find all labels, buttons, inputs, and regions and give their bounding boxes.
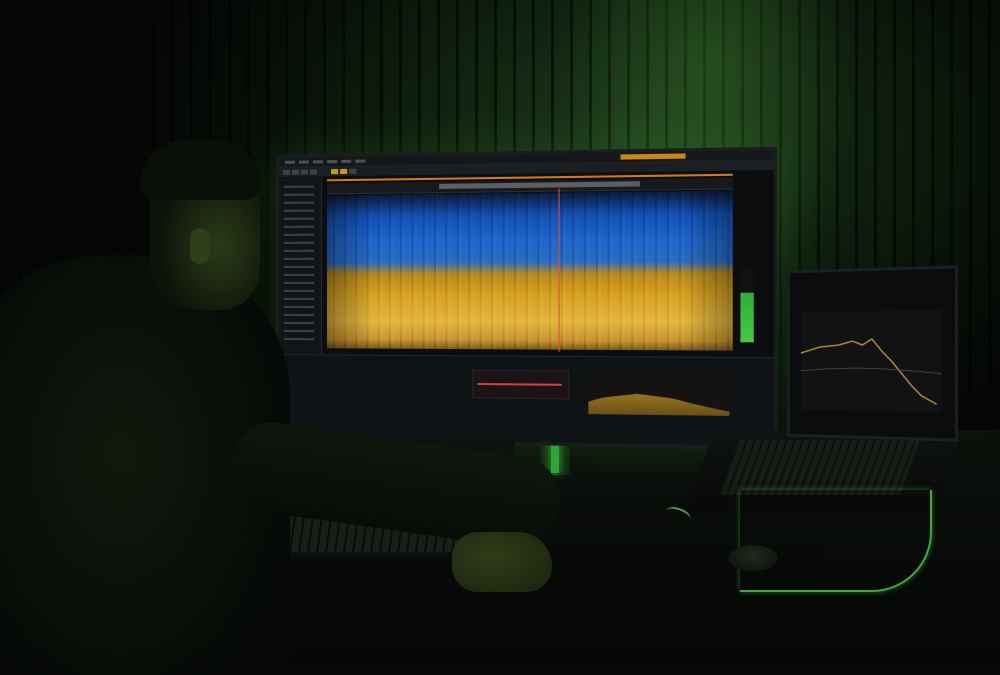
- sidebar-item[interactable]: [283, 338, 314, 341]
- sidebar-item[interactable]: [283, 217, 314, 220]
- laptop-cable: [740, 490, 932, 592]
- sidebar-item[interactable]: [283, 289, 314, 292]
- menu-item[interactable]: [355, 159, 366, 163]
- toolbar-button[interactable]: [291, 169, 299, 175]
- playhead-cursor[interactable]: [558, 188, 560, 352]
- sidebar-item[interactable]: [283, 233, 314, 236]
- eq-curve: [477, 382, 562, 386]
- sidebar-item[interactable]: [283, 249, 314, 252]
- sidebar-item[interactable]: [283, 201, 314, 204]
- toolbar-button[interactable]: [309, 169, 317, 175]
- timeline-selection[interactable]: [439, 181, 640, 189]
- sidebar-item[interactable]: [283, 185, 314, 188]
- orange-indicator: [620, 153, 686, 160]
- toolbar-button-active[interactable]: [331, 169, 339, 175]
- sidebar-item[interactable]: [283, 257, 314, 260]
- sidebar-item[interactable]: [283, 306, 314, 309]
- person-hair: [140, 140, 260, 200]
- menu-item[interactable]: [341, 159, 352, 163]
- person-ear: [190, 228, 210, 264]
- spectrogram-vignette: [327, 190, 733, 351]
- level-meter: [740, 266, 754, 343]
- spectrum-fill: [588, 373, 729, 416]
- mouse: [728, 545, 778, 571]
- sidebar-item[interactable]: [283, 322, 314, 325]
- sidebar-item[interactable]: [283, 281, 314, 284]
- laptop-keyboard: [719, 440, 921, 495]
- menu-item[interactable]: [284, 160, 295, 164]
- toolbar-button[interactable]: [300, 169, 308, 175]
- person-hand: [452, 532, 552, 592]
- sidebar-item[interactable]: [283, 314, 314, 317]
- laptop-screen: [787, 265, 959, 442]
- menu-item[interactable]: [327, 160, 338, 164]
- spectrum-analyzer: [588, 372, 730, 416]
- eq-module-panel[interactable]: [472, 369, 570, 400]
- sidebar-item[interactable]: [283, 265, 314, 268]
- sidebar-item[interactable]: [283, 330, 314, 333]
- monitor: [276, 146, 778, 450]
- module-sidebar: [278, 177, 322, 364]
- sidebar-item[interactable]: [283, 298, 314, 301]
- sidebar-item[interactable]: [283, 225, 314, 228]
- sidebar-item[interactable]: [283, 241, 314, 244]
- laptop-plot-area: [800, 309, 942, 413]
- sidebar-item[interactable]: [283, 193, 314, 196]
- sidebar-item[interactable]: [283, 273, 314, 276]
- menu-item[interactable]: [298, 160, 309, 164]
- toolbar-button[interactable]: [282, 169, 290, 175]
- sidebar-item[interactable]: [283, 209, 314, 212]
- studio-scene: [0, 0, 1000, 675]
- laptop-response-curve: [801, 310, 942, 413]
- menu-item[interactable]: [312, 160, 323, 164]
- toolbar-button[interactable]: [349, 168, 357, 174]
- toolbar-button-active[interactable]: [340, 168, 348, 175]
